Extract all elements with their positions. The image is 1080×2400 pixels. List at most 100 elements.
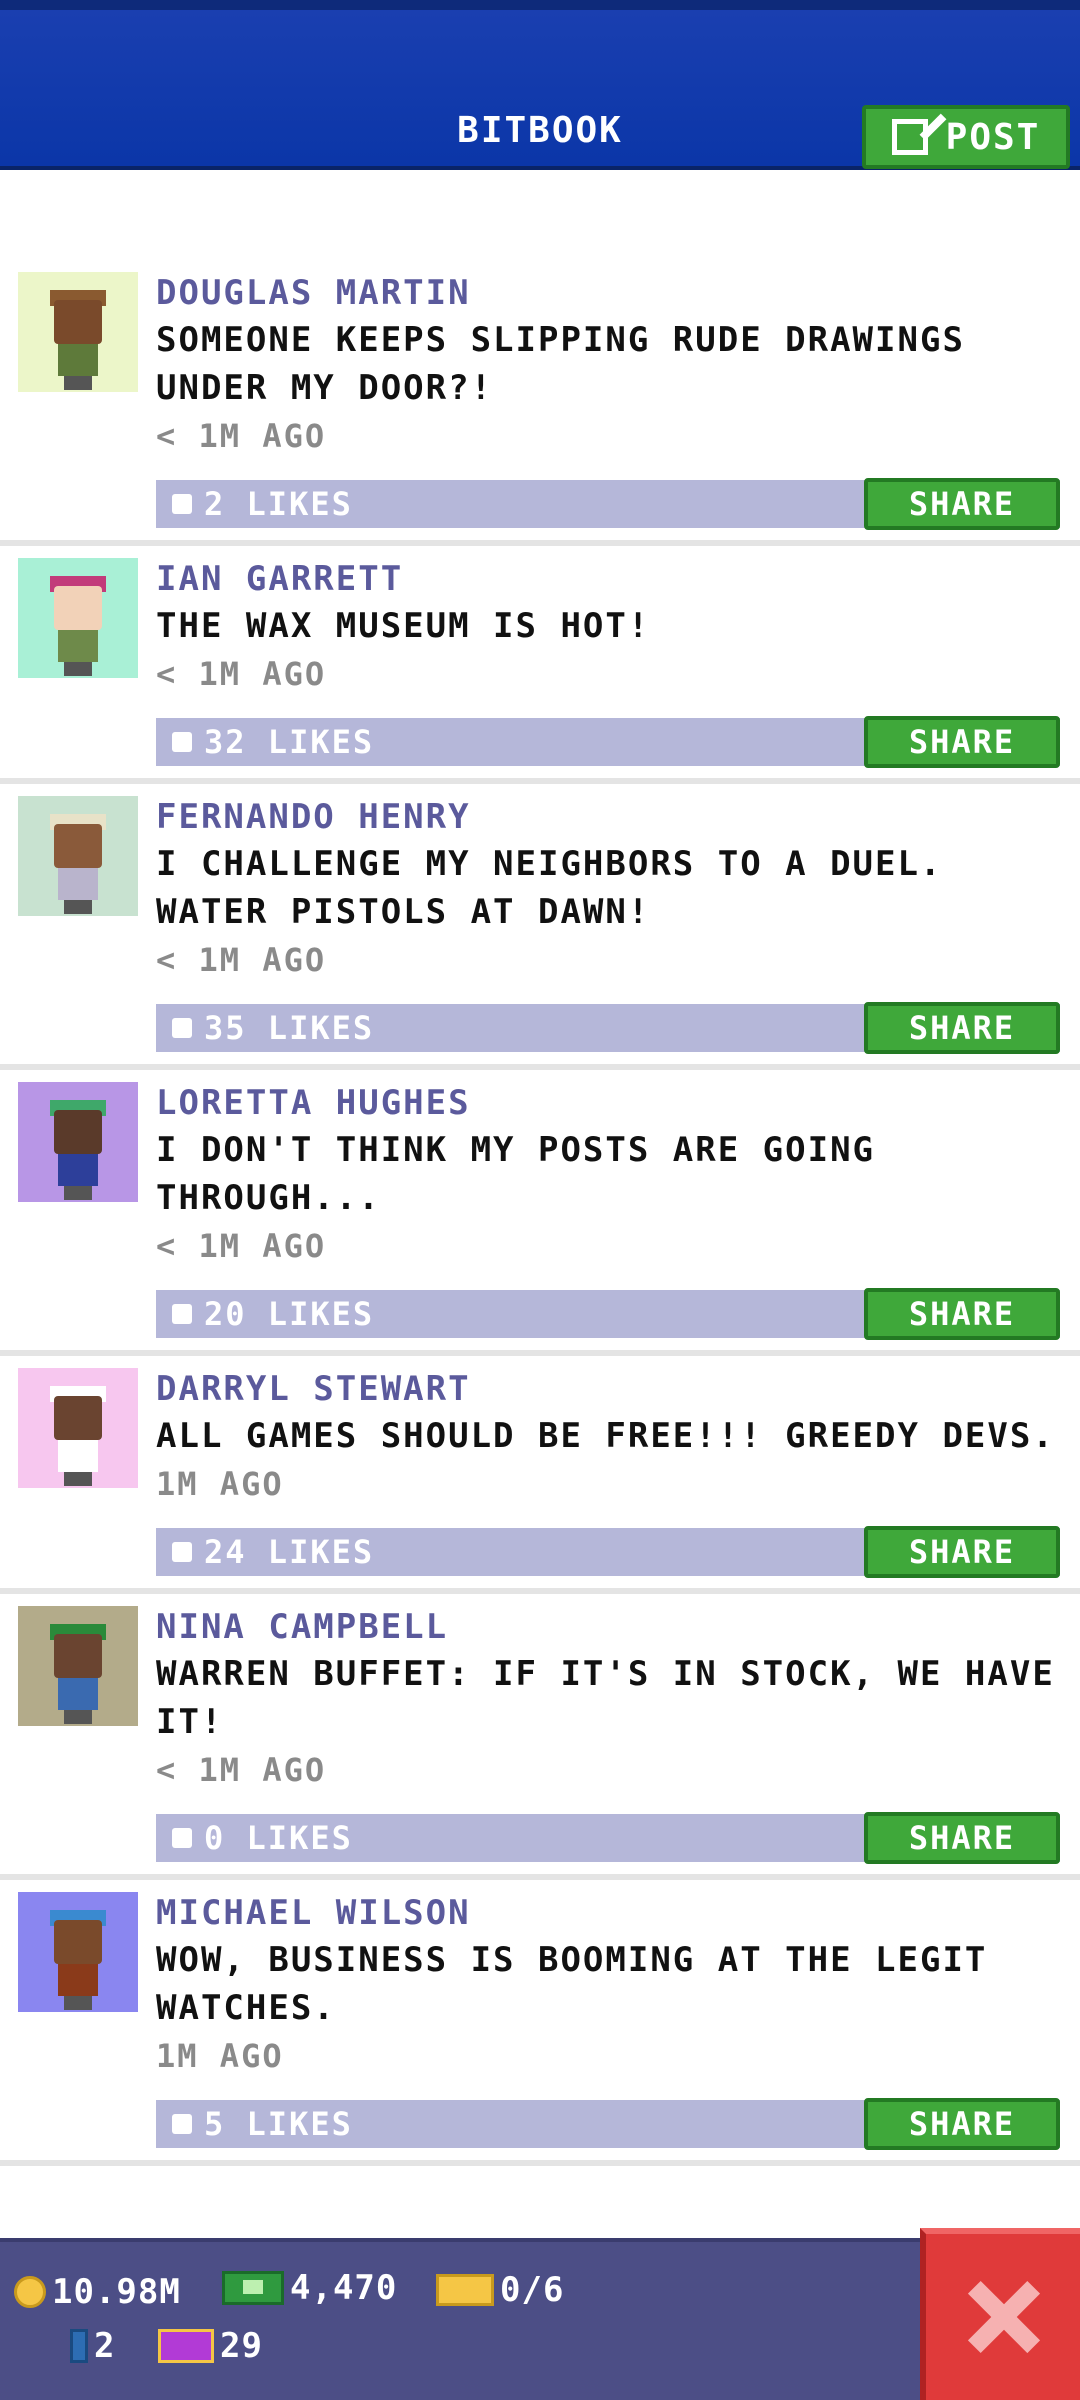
bux-value: 4,470	[290, 2268, 398, 2308]
ticket-icon	[436, 2274, 494, 2306]
vip-stat: 29	[158, 2326, 263, 2366]
likes-bar: 24 LIKES SHARE	[156, 1526, 1060, 1578]
avatar-legs	[64, 662, 92, 676]
avatar[interactable]	[18, 796, 138, 916]
avatar[interactable]	[18, 1606, 138, 1726]
post-message: I DON'T THINK MY POSTS ARE GOING THROUGH…	[156, 1130, 876, 1218]
author-name[interactable]: FERNANDO HENRY	[156, 794, 1080, 840]
post-message: I CHALLENGE MY NEIGHBORS TO A DUEL. WATE…	[156, 844, 943, 932]
avatar-head	[54, 300, 102, 344]
share-button[interactable]: SHARE	[864, 716, 1060, 768]
avatar-head	[54, 1634, 102, 1678]
author-name[interactable]: NINA CAMPBELL	[156, 1604, 1080, 1650]
tickets-value: 0/6	[500, 2270, 565, 2310]
likes-bar: 2 LIKES SHARE	[156, 478, 1060, 530]
post-content: LORETTA HUGHES I DON'T THINK MY POSTS AR…	[156, 1080, 1080, 1340]
likes-count: 35 LIKES	[204, 1009, 375, 1047]
post-time: 1M AGO	[156, 1465, 284, 1503]
share-button[interactable]: SHARE	[864, 1288, 1060, 1340]
app-header: BITBOOK POST	[0, 0, 1080, 170]
bux-stat: 4,470	[222, 2268, 397, 2308]
post-time: < 1M AGO	[156, 655, 327, 693]
likes-bar: 5 LIKES SHARE	[156, 2098, 1060, 2150]
avatar[interactable]	[18, 1368, 138, 1488]
feed-post: IAN GARRETT THE WAX MUSEUM IS HOT! < 1M …	[0, 546, 1080, 784]
author-name[interactable]: LORETTA HUGHES	[156, 1080, 1080, 1126]
coins-value: 10.98M	[52, 2272, 181, 2312]
coins-stat: 10.98M	[14, 2272, 181, 2312]
thumbs-up-icon	[172, 732, 192, 752]
share-button[interactable]: SHARE	[864, 1812, 1060, 1864]
share-button[interactable]: SHARE	[864, 2098, 1060, 2150]
post-time: < 1M AGO	[156, 1751, 327, 1789]
bitizens-stat: 2	[70, 2326, 115, 2366]
thumbs-up-icon	[172, 494, 192, 514]
feed-post: FERNANDO HENRY I CHALLENGE MY NEIGHBORS …	[0, 784, 1080, 1070]
avatar-body	[58, 1678, 98, 1710]
share-button[interactable]: SHARE	[864, 478, 1060, 530]
author-name[interactable]: DOUGLAS MARTIN	[156, 270, 1080, 316]
author-name[interactable]: MICHAEL WILSON	[156, 1890, 1080, 1936]
feed-post: DOUGLAS MARTIN SOMEONE KEEPS SLIPPING RU…	[0, 260, 1080, 546]
avatar[interactable]	[18, 1082, 138, 1202]
post-message: THE WAX MUSEUM IS HOT!	[156, 606, 651, 646]
feed-post: MICHAEL WILSON WOW, BUSINESS IS BOOMING …	[0, 1880, 1080, 2166]
avatar-head	[54, 1396, 102, 1440]
feed-post: DARRYL STEWART ALL GAMES SHOULD BE FREE!…	[0, 1356, 1080, 1594]
likes-bar: 20 LIKES SHARE	[156, 1288, 1060, 1340]
likes-count: 24 LIKES	[204, 1533, 375, 1571]
close-button[interactable]	[920, 2228, 1080, 2400]
avatar[interactable]	[18, 272, 138, 392]
author-name[interactable]: IAN GARRETT	[156, 556, 1080, 602]
post-content: MICHAEL WILSON WOW, BUSINESS IS BOOMING …	[156, 1890, 1080, 2150]
thumbs-up-icon	[172, 1542, 192, 1562]
likes-count: 0 LIKES	[204, 1819, 353, 1857]
avatar-body	[58, 1154, 98, 1186]
bitizens-value: 2	[94, 2326, 116, 2366]
share-button[interactable]: SHARE	[864, 1002, 1060, 1054]
avatar-head	[54, 1110, 102, 1154]
avatar-body	[58, 344, 98, 376]
post-time: < 1M AGO	[156, 941, 327, 979]
avatar[interactable]	[18, 558, 138, 678]
avatar-head	[54, 824, 102, 868]
feed-post: LORETTA HUGHES I DON'T THINK MY POSTS AR…	[0, 1070, 1080, 1356]
avatar-legs	[64, 1186, 92, 1200]
post-message: ALL GAMES SHOULD BE FREE!!! GREEDY DEVS.	[156, 1416, 1055, 1456]
thumbs-up-icon	[172, 2114, 192, 2134]
avatar-body	[58, 868, 98, 900]
post-message: SOMEONE KEEPS SLIPPING RUDE DRAWINGS UND…	[156, 320, 965, 408]
post-message: WOW, BUSINESS IS BOOMING AT THE LEGIT WA…	[156, 1940, 988, 2028]
likes-bar: 32 LIKES SHARE	[156, 716, 1060, 768]
likes-count: 20 LIKES	[204, 1295, 375, 1333]
thumbs-up-icon	[172, 1304, 192, 1324]
feed-post: NINA CAMPBELL WARREN BUFFET: IF IT'S IN …	[0, 1594, 1080, 1880]
author-name[interactable]: DARRYL STEWART	[156, 1366, 1080, 1412]
post-time: 1M AGO	[156, 2037, 284, 2075]
close-icon	[967, 2281, 1039, 2353]
avatar-legs	[64, 376, 92, 390]
post-button-label: POST	[945, 116, 1041, 158]
share-button[interactable]: SHARE	[864, 1526, 1060, 1578]
post-time: < 1M AGO	[156, 1227, 327, 1265]
avatar-body	[58, 630, 98, 662]
likes-bar: 35 LIKES SHARE	[156, 1002, 1060, 1054]
tickets-stat: 0/6	[436, 2270, 564, 2310]
edit-icon	[891, 119, 928, 155]
vip-icon	[158, 2329, 214, 2363]
cash-icon	[222, 2271, 284, 2305]
post-button[interactable]: POST	[862, 105, 1070, 169]
likes-bar: 0 LIKES SHARE	[156, 1812, 1060, 1864]
coin-icon	[14, 2276, 46, 2308]
avatar-legs	[64, 900, 92, 914]
avatar-head	[54, 1920, 102, 1964]
post-content: IAN GARRETT THE WAX MUSEUM IS HOT! < 1M …	[156, 556, 1080, 768]
post-message: WARREN BUFFET: IF IT'S IN STOCK, WE HAVE…	[156, 1654, 1055, 1742]
likes-count: 32 LIKES	[204, 723, 375, 761]
avatar[interactable]	[18, 1892, 138, 2012]
likes-count: 2 LIKES	[204, 485, 353, 523]
avatar-body	[58, 1964, 98, 1996]
bitizen-icon	[70, 2329, 88, 2363]
post-feed[interactable]: DOUGLAS MARTIN SOMEONE KEEPS SLIPPING RU…	[0, 260, 1080, 2166]
avatar-head	[54, 586, 102, 630]
